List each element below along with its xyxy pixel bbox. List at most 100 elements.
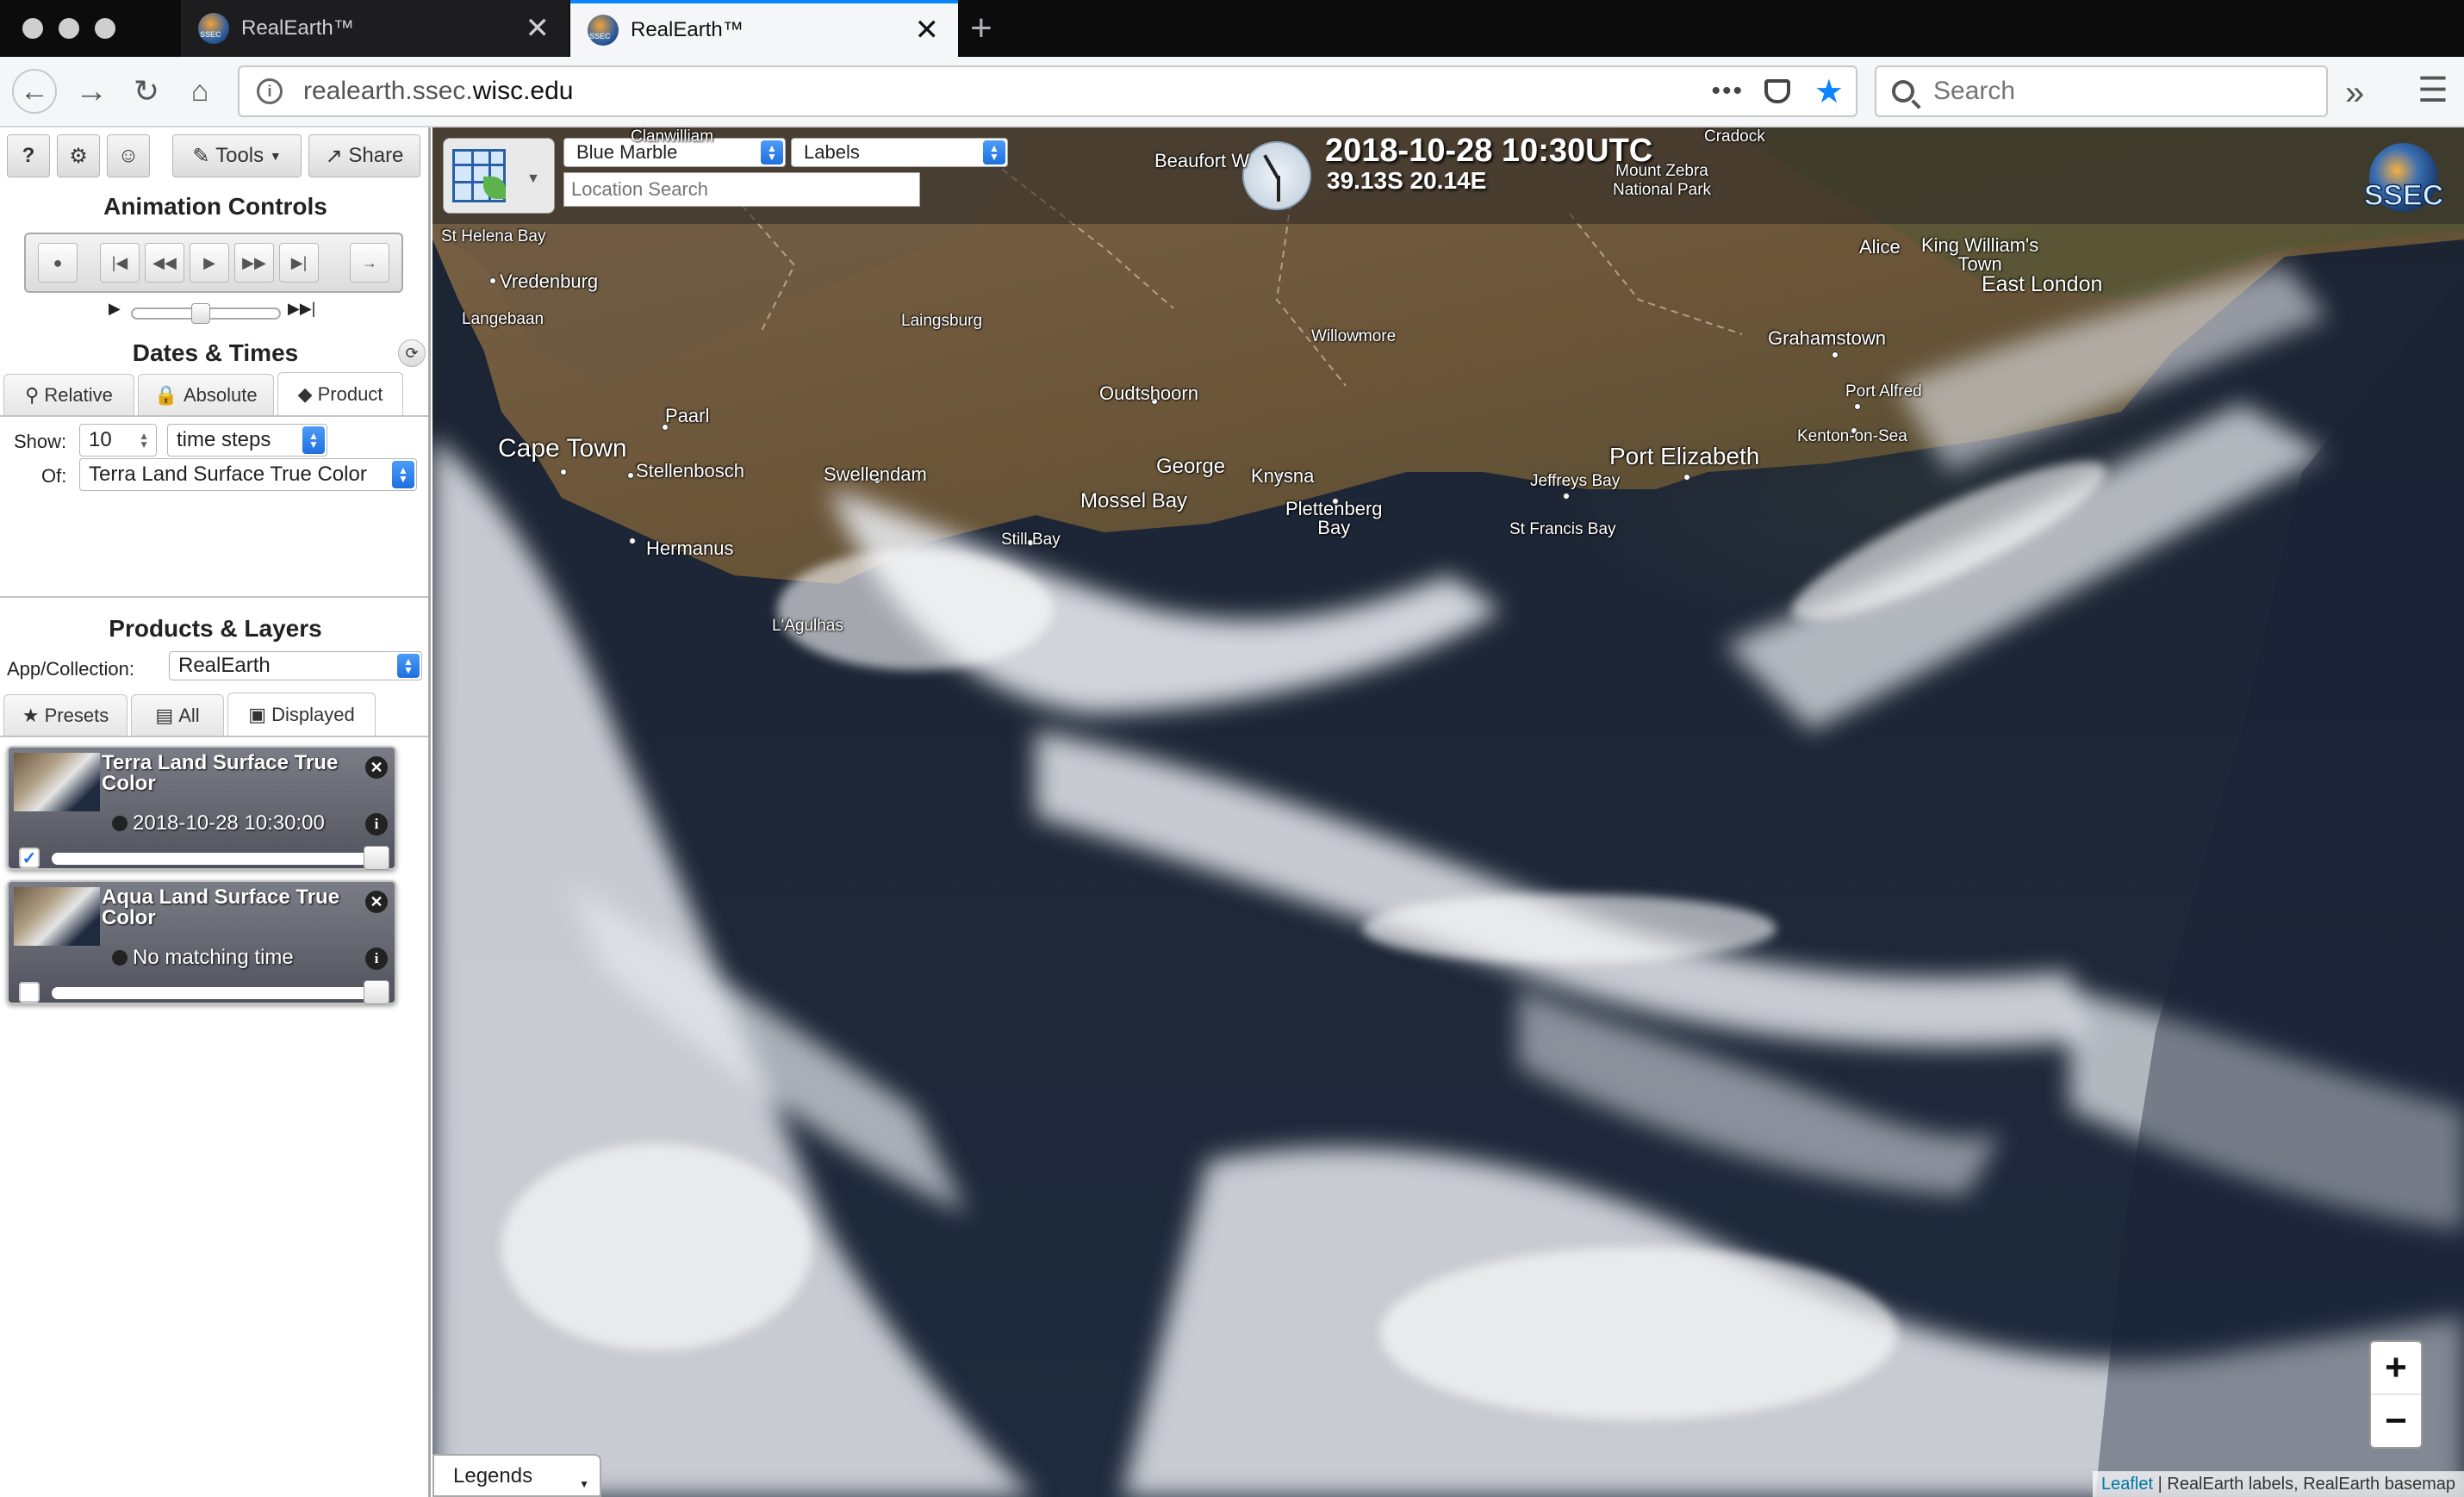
share-button[interactable]: ↗ Share [308, 134, 420, 177]
user-button[interactable]: ☺ [107, 134, 150, 177]
place-label: Cape Town [498, 434, 627, 463]
tab-absolute[interactable]: 🔒 Absolute [138, 374, 274, 415]
tools-button[interactable]: ✎ Tools ▼ [172, 134, 302, 177]
zoom-out-button[interactable]: − [2371, 1395, 2421, 1447]
tab-all[interactable]: ▤ All [131, 694, 224, 736]
back-button[interactable]: ← [12, 69, 57, 114]
site-info-icon[interactable]: i [257, 78, 283, 104]
place-label: Alice [1859, 236, 1901, 258]
next-button[interactable]: → [350, 243, 389, 283]
place-dot [489, 277, 496, 284]
place-dot [627, 472, 634, 479]
home-button[interactable]: ⌂ [177, 69, 222, 114]
close-tab-icon[interactable]: ✕ [526, 11, 551, 46]
last-frame-button[interactable]: ▶| [279, 243, 319, 283]
place-label: Cradock [1704, 127, 1765, 146]
step-forward-button[interactable]: ▶▶ [234, 243, 274, 283]
place-label: Paarl [665, 405, 710, 426]
new-tab-button[interactable]: + [970, 7, 992, 50]
collection-label: App/Collection: [7, 658, 134, 680]
layer-info-icon[interactable]: i [365, 947, 388, 970]
refresh-icon[interactable]: ⟳ [398, 339, 426, 367]
layer-card-terra[interactable]: Terra Land Surface True Color ✕ 2018-10-… [7, 746, 396, 870]
time-unit-select[interactable]: time steps ▲ ▼ [167, 424, 327, 457]
url-bar[interactable]: i realearth.ssec.wisc.edu ••• ★ [238, 65, 1857, 117]
reload-button[interactable]: ↻ [124, 69, 169, 114]
place-label: Clanwilliam [631, 127, 714, 146]
minimize-window-button[interactable] [59, 18, 79, 39]
search-icon [1892, 80, 1914, 102]
close-window-button[interactable] [22, 18, 43, 39]
remove-layer-icon[interactable]: ✕ [365, 756, 388, 779]
layer-time: No matching time [112, 946, 294, 970]
place-dot [560, 469, 567, 475]
place-label: Stellenbosch [636, 460, 744, 481]
forward-button[interactable]: → [69, 69, 114, 114]
place-label: St Helena Bay [441, 227, 546, 245]
leaflet-link[interactable]: Leaflet [2101, 1475, 2153, 1494]
place-dot [1683, 474, 1690, 481]
tab-relative[interactable]: ⚲ Relative [3, 374, 134, 415]
map-attribution: Leaflet | RealEarth labels, RealEarth ba… [2093, 1471, 2464, 1497]
first-frame-button[interactable]: |◀ [100, 243, 140, 283]
play-button[interactable]: ▶ [190, 243, 229, 283]
layer-card-aqua[interactable]: Aqua Land Surface True Color ✕ No matchi… [7, 880, 396, 1004]
place-label: Vredenburg [500, 270, 599, 292]
tab-product[interactable]: ◆ Product [277, 372, 403, 415]
place-label: Swellendam [824, 463, 927, 485]
place-dot [629, 537, 636, 544]
browser-search-bar[interactable] [1875, 65, 2328, 117]
speed-slider-handle[interactable] [191, 303, 210, 324]
clock-button[interactable]: ● [38, 243, 78, 283]
clock-icon [112, 950, 128, 966]
search-input[interactable] [1933, 77, 2295, 106]
legends-toggle[interactable]: Legends ▼ [432, 1454, 601, 1497]
layer-opacity-slider[interactable] [52, 853, 376, 865]
browser-tab-2[interactable]: RealEarth™ ✕ [570, 0, 958, 57]
bookmark-star-icon[interactable]: ★ [1814, 72, 1844, 111]
clock-icon [1242, 141, 1311, 210]
opacity-slider-handle[interactable] [364, 980, 389, 1004]
location-search-input[interactable] [563, 172, 920, 207]
step-back-button[interactable]: ◀◀ [145, 243, 184, 283]
ssec-favicon-icon [198, 13, 229, 44]
page-actions-icon[interactable]: ••• [1711, 77, 1744, 106]
animation-controls: ● |◀ ◀◀ ▶ ▶▶ ▶| → [24, 233, 403, 293]
browser-tab-1[interactable]: RealEarth™ ✕ [181, 0, 569, 57]
remove-layer-icon[interactable]: ✕ [365, 891, 388, 913]
overflow-chevron-icon[interactable]: » [2345, 74, 2364, 113]
satellite-map[interactable]: ▼ Blue Marble▲▼ Labels▲▼ 2018-10-28 10:3… [432, 127, 2464, 1497]
layer-info-icon[interactable]: i [365, 813, 388, 835]
layer-title: Aqua Land Surface True Color [102, 885, 340, 929]
hamburger-menu-icon[interactable]: ☰ [2417, 71, 2448, 110]
animation-controls-title: Animation Controls [103, 193, 327, 220]
browser-tab-bar: RealEarth™ ✕ RealEarth™ ✕ + [0, 0, 2464, 57]
tab-displayed[interactable]: ▣ Displayed [227, 693, 376, 736]
close-tab-icon[interactable]: ✕ [915, 13, 940, 47]
help-button[interactable]: ? [7, 134, 50, 177]
layers-toggle-button[interactable]: ▼ [443, 138, 555, 214]
collection-select[interactable]: RealEarth ▲ ▼ [169, 651, 422, 680]
overlay-select[interactable]: Labels ▲ ▼ [791, 138, 1008, 167]
maximize-window-button[interactable] [95, 18, 115, 39]
product-select[interactable]: Terra Land Surface True Color ▲ ▼ [79, 458, 417, 491]
opacity-slider-handle[interactable] [364, 846, 389, 870]
tab-title: RealEarth™ [241, 16, 354, 40]
show-count-stepper[interactable]: 10 ▲ ▼ [79, 424, 157, 457]
place-label: Langebaan [462, 310, 544, 328]
place-label: Hermanus [646, 537, 734, 559]
place-label: East London [1982, 272, 2103, 296]
left-panel: ? ⚙ ☺ ✎ Tools ▼ ↗ Share Animation Contro… [0, 127, 431, 1497]
layer-visibility-checkbox[interactable] [19, 982, 40, 1003]
settings-gear-button[interactable]: ⚙ [57, 134, 100, 177]
tab-presets[interactable]: ★ Presets [3, 694, 128, 736]
pocket-icon[interactable] [1764, 79, 1790, 103]
dates-times-title: Dates & Times [132, 339, 299, 366]
place-label: Port Elizabeth [1609, 443, 1760, 469]
layer-visibility-checkbox[interactable]: ✓ [19, 848, 40, 868]
fast-icon: ▶▶| [288, 300, 316, 317]
zoom-in-button[interactable]: + [2371, 1342, 2421, 1395]
cloud-cover [432, 265, 2464, 1497]
place-label: Oudtshoorn [1099, 382, 1198, 404]
layer-opacity-slider[interactable] [52, 987, 376, 999]
